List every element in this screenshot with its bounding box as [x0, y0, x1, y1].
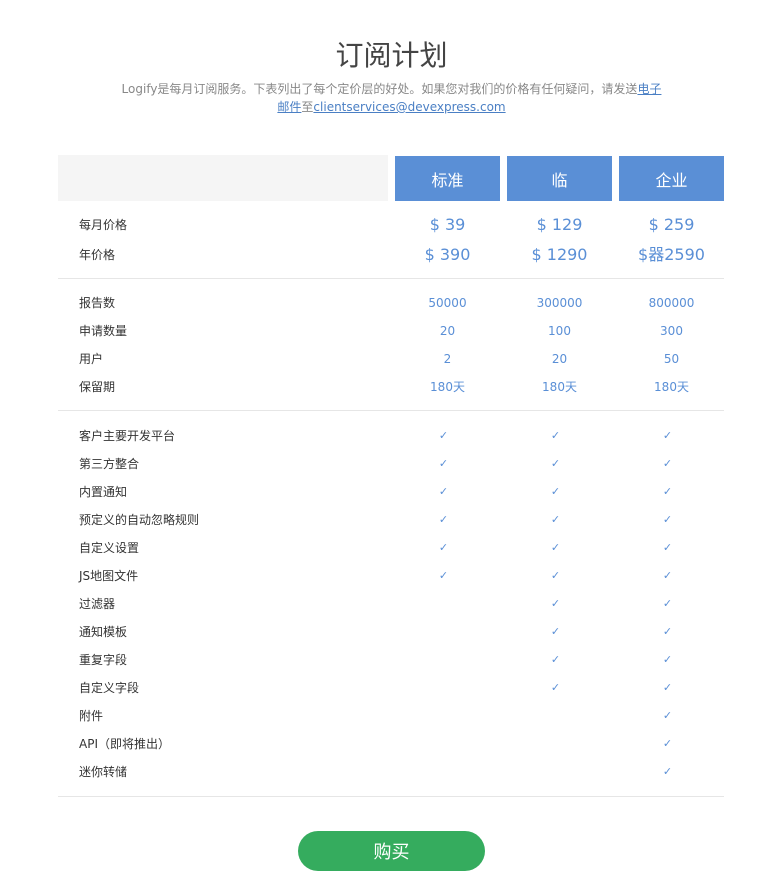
check-icon: ✓ [662, 709, 673, 722]
feature-row-label: 附件 [79, 709, 104, 723]
feature-row-label: 过滤器 [79, 597, 116, 611]
check-icon: ✓ [662, 737, 673, 750]
limit-value-enterprise: 300 [660, 324, 683, 338]
feature-row-label: 预定义的自动忽略规则 [79, 513, 200, 527]
table-header-blank [58, 155, 388, 201]
limit-value-standard: 20 [439, 324, 456, 338]
check-icon: ✓ [550, 625, 561, 638]
check-icon: ✓ [662, 513, 673, 526]
check-icon: ✓ [550, 541, 561, 554]
limit-value-enterprise: 180天 [654, 380, 689, 394]
check-icon: ✓ [438, 457, 449, 470]
check-icon: ✓ [550, 569, 561, 582]
limit-value-pro: 300000 [536, 296, 583, 310]
pricing-page: 订阅计划 Logify是每月订阅服务。下表列出了每个定价层的好处。如果您对我们的… [0, 0, 783, 883]
price-value-enterprise: $ 259 [648, 215, 695, 234]
section-divider [58, 410, 724, 411]
check-icon: ✓ [550, 681, 561, 694]
check-icon: ✓ [550, 653, 561, 666]
price-row-label: 每月价格 [79, 218, 128, 232]
limit-value-pro: 100 [548, 324, 571, 338]
price-value-standard: $ 39 [429, 215, 466, 234]
check-icon: ✓ [438, 541, 449, 554]
check-icon: ✓ [662, 653, 673, 666]
limit-value-standard: 180天 [430, 380, 465, 394]
plan-header-pro: 临 [507, 156, 612, 201]
feature-row-label: 内置通知 [79, 485, 128, 499]
page-title: 订阅计划 [335, 39, 448, 72]
feature-row-label: 第三方整合 [79, 457, 140, 471]
check-icon: ✓ [550, 485, 561, 498]
section-divider [58, 796, 724, 797]
limit-row-label: 申请数量 [79, 324, 128, 338]
check-icon: ✓ [662, 597, 673, 610]
check-icon: ✓ [550, 457, 561, 470]
check-icon: ✓ [662, 485, 673, 498]
limit-value-standard: 50000 [428, 296, 467, 310]
price-value-pro: $ 1290 [531, 245, 588, 264]
section-divider [58, 278, 724, 279]
page-subtitle: Logify是每月订阅服务。下表列出了每个定价层的好处。如果您对我们的价格有任何… [120, 80, 663, 116]
limit-value-pro: 20 [551, 352, 568, 366]
price-row-label: 年价格 [79, 248, 116, 262]
limit-value-pro: 180天 [542, 380, 577, 394]
feature-row-label: 通知模板 [79, 625, 128, 639]
limit-value-enterprise: 800000 [648, 296, 695, 310]
email-address-link[interactable]: clientservices@devexpress.com [313, 100, 505, 114]
price-value-enterprise: $器2590 [638, 245, 705, 264]
feature-row-label: 客户主要开发平台 [79, 429, 176, 443]
feature-row-label: 重复字段 [79, 653, 128, 667]
buy-button[interactable]: 购买 [298, 831, 485, 871]
check-icon: ✓ [662, 457, 673, 470]
check-icon: ✓ [662, 681, 673, 694]
limit-value-enterprise: 50 [663, 352, 680, 366]
check-icon: ✓ [662, 541, 673, 554]
subtitle-text: Logify是每月订阅服务。下表列出了每个定价层的好处。如果您对我们的价格有任何… [121, 82, 638, 96]
limit-value-standard: 2 [443, 352, 452, 366]
feature-row-label: 自定义字段 [79, 681, 140, 695]
feature-row-label: 自定义设置 [79, 541, 140, 555]
limit-row-label: 用户 [79, 352, 104, 366]
feature-row-label: API（即将推出） [79, 737, 170, 751]
check-icon: ✓ [662, 569, 673, 582]
check-icon: ✓ [438, 485, 449, 498]
feature-row-label: 迷你转储 [79, 765, 128, 779]
limit-row-label: 保留期 [79, 380, 116, 394]
plan-header-enterprise: 企业 [619, 156, 724, 201]
check-icon: ✓ [438, 513, 449, 526]
check-icon: ✓ [550, 597, 561, 610]
price-value-standard: $ 390 [424, 245, 471, 264]
check-icon: ✓ [550, 513, 561, 526]
plan-header-standard: 标准 [395, 156, 500, 201]
check-icon: ✓ [662, 765, 673, 778]
check-icon: ✓ [438, 429, 449, 442]
subtitle-connector: 至 [301, 100, 314, 114]
check-icon: ✓ [662, 625, 673, 638]
check-icon: ✓ [662, 429, 673, 442]
limit-row-label: 报告数 [79, 296, 116, 310]
check-icon: ✓ [438, 569, 449, 582]
feature-row-label: JS地图文件 [79, 569, 139, 583]
price-value-pro: $ 129 [536, 215, 583, 234]
check-icon: ✓ [550, 429, 561, 442]
